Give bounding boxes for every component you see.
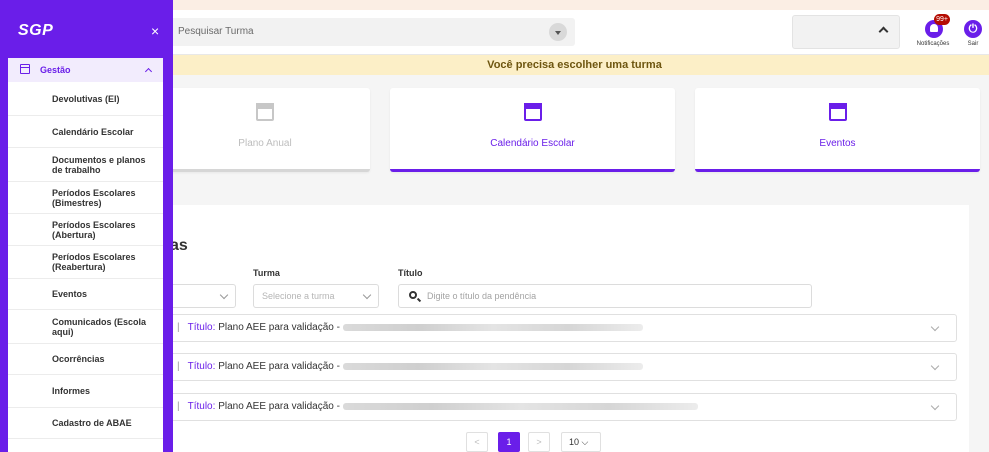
sgp-logo: SGP bbox=[18, 22, 54, 39]
sidebar-item-label: Períodos Escolares (Bimestres) bbox=[52, 187, 136, 208]
calendar-check-icon bbox=[828, 103, 847, 121]
turma-placeholder: Selecione a turma bbox=[262, 291, 335, 301]
row-key: Título: bbox=[187, 322, 216, 333]
row-separator: | bbox=[177, 401, 180, 412]
logout-label: Sair bbox=[967, 41, 979, 47]
row-separator: | bbox=[177, 322, 180, 333]
row-key: Título: bbox=[187, 361, 216, 372]
turma-label: Turma bbox=[253, 268, 280, 278]
chevron-down-icon bbox=[362, 290, 372, 300]
redacted-text bbox=[342, 402, 698, 410]
card-label: Plano Anual bbox=[238, 138, 292, 149]
card-label: Eventos bbox=[819, 138, 856, 149]
class-search-placeholder: Pesquisar Turma bbox=[178, 26, 254, 37]
chevron-down-icon[interactable] bbox=[549, 23, 567, 41]
sidebar-item-label: Calendário Escolar bbox=[52, 126, 134, 137]
sidebar-item-informes[interactable]: Informes bbox=[8, 375, 163, 408]
sidebar-item-cadastro-abae[interactable]: Cadastro de ABAE bbox=[8, 408, 163, 439]
sidebar-item-documentos[interactable]: Documentos e planos de trabalho bbox=[8, 148, 163, 182]
sidebar-menu: Gestão Devolutivas (EI) Calendário Escol… bbox=[8, 58, 163, 452]
turma-select[interactable]: Selecione a turma bbox=[253, 284, 379, 308]
sidebar-item-periodos-abertura[interactable]: Períodos Escolares (Abertura) bbox=[8, 214, 163, 246]
sidebar-item-label: Devolutivas (EI) bbox=[52, 93, 120, 104]
page-size-value: 10 bbox=[569, 437, 580, 447]
pending-row[interactable]: | Título: Plano AEE para validação - bbox=[160, 314, 957, 342]
row-value: Plano AEE para validação - bbox=[218, 322, 340, 333]
page-size-select[interactable]: 10 ⌵ bbox=[561, 432, 601, 452]
calendar-minus-icon bbox=[256, 103, 274, 121]
card-label: Calendário Escolar bbox=[490, 138, 575, 149]
logout-button[interactable]: ⏻ Sair bbox=[960, 14, 986, 54]
sidebar-item-label: Informes bbox=[52, 386, 91, 396]
sidebar-item-calendario-escolar[interactable]: Calendário Escolar bbox=[8, 116, 163, 148]
notifications-badge: 99+ bbox=[934, 14, 950, 25]
sidebar-item-label: Ocorrências bbox=[52, 354, 105, 364]
titulo-placeholder: Digite o título da pendência bbox=[427, 291, 537, 301]
sidebar-item-comunicados[interactable]: Comunicados (Escola aqui) bbox=[8, 310, 163, 344]
chevron-up-icon bbox=[878, 26, 889, 37]
pending-row[interactable]: | Título: Plano AEE para validação - bbox=[160, 353, 957, 381]
row-separator: | bbox=[177, 361, 180, 372]
row-value: Plano AEE para validação - bbox=[218, 401, 340, 412]
sidebar: SGP × Gestão Devolutivas (EI) Calendário… bbox=[0, 0, 173, 452]
chevron-down-icon bbox=[219, 290, 229, 300]
next-page-button[interactable]: > bbox=[528, 432, 550, 452]
sidebar-item-label: Períodos Escolares (Reabertura) bbox=[52, 252, 136, 272]
titulo-label: Título bbox=[398, 268, 423, 278]
profile-selector[interactable] bbox=[792, 15, 900, 49]
page-1-button[interactable]: 1 bbox=[498, 432, 520, 452]
row-key: Título: bbox=[187, 401, 216, 412]
redacted-text bbox=[342, 362, 643, 370]
notifications-label: Notificações bbox=[916, 41, 950, 47]
pending-panel: as Turma Selecione a turma Título Digite… bbox=[160, 205, 969, 452]
chevron-down-icon[interactable] bbox=[930, 361, 940, 371]
sidebar-item-eventos[interactable]: Eventos bbox=[8, 279, 163, 310]
sidebar-item-devolutivas[interactable]: Devolutivas (EI) bbox=[8, 82, 163, 116]
sidebar-section-gestao[interactable]: Gestão bbox=[8, 58, 163, 82]
class-search-select[interactable]: Pesquisar Turma bbox=[170, 18, 575, 46]
card-calendario-escolar[interactable]: Calendário Escolar bbox=[390, 88, 675, 172]
card-plano-anual[interactable]: Plano Anual bbox=[160, 88, 370, 172]
search-icon bbox=[409, 291, 417, 299]
sidebar-item-ocorrencias[interactable]: Ocorrências bbox=[8, 344, 163, 375]
sidebar-item-label: Documentos e planos de trabalho bbox=[52, 154, 146, 175]
redacted-text bbox=[342, 323, 643, 331]
titulo-search-input[interactable]: Digite o título da pendência bbox=[398, 284, 812, 308]
sidebar-item-label: Comunicados (Escola aqui) bbox=[52, 316, 147, 337]
sidebar-item-periodos-reabertura[interactable]: Períodos Escolares (Reabertura) bbox=[8, 246, 163, 279]
power-icon: ⏻ bbox=[964, 20, 982, 38]
choose-class-alert: Você precisa escolher uma turma bbox=[160, 55, 989, 75]
chevron-down-icon[interactable] bbox=[930, 322, 940, 332]
card-eventos[interactable]: Eventos bbox=[695, 88, 980, 172]
row-value: Plano AEE para validação - bbox=[218, 361, 340, 372]
prev-page-button[interactable]: < bbox=[466, 432, 488, 452]
calendar-grid-icon bbox=[20, 64, 30, 74]
sidebar-item-periodos-bimestres[interactable]: Períodos Escolares (Bimestres) bbox=[8, 182, 163, 214]
section-label: Gestão bbox=[40, 65, 71, 75]
chevron-up-icon bbox=[144, 67, 153, 76]
chevron-down-icon[interactable] bbox=[930, 401, 940, 411]
pending-row[interactable]: | Título: Plano AEE para validação - bbox=[160, 393, 957, 421]
sidebar-item-label: Cadastro de ABAE bbox=[52, 418, 132, 428]
calendar-grid-icon bbox=[523, 103, 542, 121]
notifications-button[interactable]: 99+ Notificações bbox=[912, 14, 954, 54]
close-icon[interactable]: × bbox=[151, 24, 159, 38]
sidebar-item-label: Eventos bbox=[52, 289, 88, 299]
sidebar-item-label: Períodos Escolares (Abertura) bbox=[52, 219, 136, 240]
